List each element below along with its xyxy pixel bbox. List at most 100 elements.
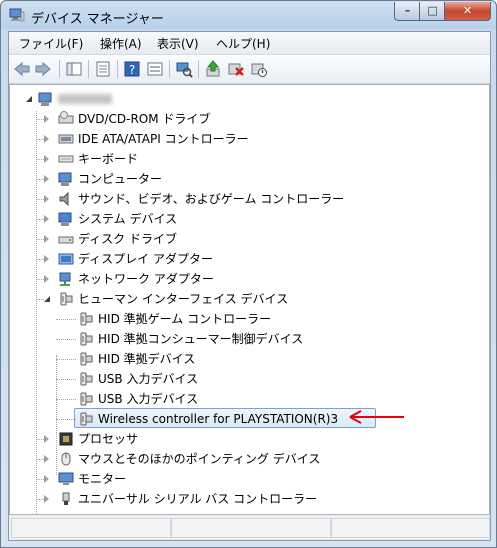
expand-icon[interactable] [44,195,49,203]
toolbar-separator [117,60,118,78]
tree-guide-line [56,319,76,320]
expand-icon[interactable] [44,495,49,503]
expand-icon[interactable] [44,175,49,183]
toolbar-separator [198,60,199,78]
update-driver-icon[interactable] [204,60,222,78]
collapse-icon[interactable] [26,96,32,102]
hid-icon [80,412,93,426]
status-bar [9,515,490,540]
tree-guide-line [36,179,44,180]
help-icon[interactable]: ? [123,60,141,78]
expand-icon[interactable] [44,275,49,283]
tree-item-label: HID 準拠ゲーム コントローラー [98,312,272,326]
tree-item-category[interactable]: システム デバイス [44,209,464,229]
title-bar[interactable]: デバイス マネージャー – □ ✕ [1,1,496,31]
tree-item-device[interactable]: HID 準拠ゲーム コントローラー [64,309,484,329]
expand-icon[interactable] [44,215,49,223]
menu-view[interactable]: 表示(V) [157,35,199,52]
tree-item-category[interactable]: モニター [44,469,464,489]
monitor-icon [58,472,74,485]
menu-help[interactable]: ヘルプ(H) [216,35,270,52]
forward-icon[interactable] [34,60,52,78]
tree-guide-line [56,419,76,420]
computer-icon [38,92,52,106]
disable-icon[interactable] [250,60,268,78]
back-icon[interactable] [13,60,31,78]
tree-item-category[interactable]: キーボード [44,149,464,169]
tree-item-category[interactable]: コンピューター [44,169,464,189]
tree-item-category[interactable]: ディスプレイ アダプター [44,249,464,269]
tree-item-category[interactable]: マウスとそのほかのポインティング デバイス [44,449,464,469]
device-manager-icon [9,8,25,22]
expand-icon[interactable] [44,135,49,143]
view-icon[interactable] [146,60,164,78]
tree-guide-line [56,339,76,340]
tree-item-category[interactable]: ネットワーク アダプター [44,269,464,289]
minimize-button[interactable]: – [394,2,421,21]
uninstall-icon[interactable] [227,60,245,78]
tree-item-category[interactable]: サウンド、ビデオ、およびゲーム コントローラー [44,189,464,209]
properties-icon[interactable] [94,60,112,78]
tree-item-label: システム デバイス [78,212,178,226]
tree-item-label: Wireless controller for PLAYSTATION(R)3 [98,412,339,426]
tree-item-device[interactable]: HID 準拠コンシューマー制御デバイス [64,329,484,349]
ide-controller-icon [58,134,74,144]
expand-icon[interactable] [44,235,49,243]
tree-guide-line [36,139,44,140]
toolbar-separator [169,60,170,78]
tree-item-category[interactable]: ヒューマン インターフェイス デバイス [44,289,464,309]
hid-icon [80,332,93,346]
tree-item-device[interactable]: HID 準拠デバイス [64,349,484,369]
toolbar-separator [59,60,60,78]
status-pane [11,518,171,538]
tree-item-category[interactable]: ユニバーサル シリアル バス コントローラー [44,489,464,509]
expand-icon[interactable] [44,155,49,163]
menu-file[interactable]: ファイル(F) [19,35,83,52]
tree-guide-line [36,111,37,532]
device-manager-window: デバイス マネージャー – □ ✕ ファイル(F) 操作(A) 表示(V) ヘル… [0,0,497,548]
hid-icon [80,372,93,386]
minimize-icon: – [404,4,411,17]
tree-guide-line [36,499,44,500]
tree-item-category[interactable]: DVD/CD-ROM ドライブ [44,109,464,129]
svg-text:?: ? [129,63,135,77]
show-hide-tree-icon[interactable] [65,60,83,78]
tree-item-label: USB 入力デバイス [98,392,199,406]
scan-hardware-icon[interactable] [175,60,193,78]
tree-item-label: キーボード [78,152,139,166]
menu-action[interactable]: 操作(A) [100,35,142,52]
tree-item-label: HID 準拠コンシューマー制御デバイス [98,332,304,346]
collapse-icon[interactable] [44,296,50,302]
tree-item-device[interactable]: USB 入力デバイス [64,389,484,409]
status-pane [331,518,490,538]
tree-item-device[interactable]: Wireless controller for PLAYSTATION(R)3 [64,408,484,429]
hid-icon [80,352,93,366]
close-button[interactable]: ✕ [444,2,491,21]
hid-icon [80,392,93,406]
expand-icon[interactable] [44,255,49,263]
maximize-button[interactable]: □ [419,2,446,21]
tree-item-label: モニター [78,472,127,486]
expand-icon[interactable] [44,455,49,463]
menu-bar: ファイル(F) 操作(A) 表示(V) ヘルプ(H) [9,32,490,55]
tree-guide-line [36,479,44,480]
tree-item-label: ユニバーサル シリアル バス コントローラー [78,492,318,506]
expand-icon[interactable] [44,435,49,443]
processor-icon [59,432,73,446]
red-arrow-annotation [349,410,404,424]
tree-root[interactable] [24,89,224,109]
tree-guide-line [36,199,44,200]
expand-icon[interactable] [44,475,49,483]
keyboard-icon [58,155,74,163]
tree-item-category[interactable]: IDE ATA/ATAPI コントローラー [44,129,464,149]
tree-item-label: DVD/CD-ROM ドライブ [78,112,211,126]
system-device-icon [58,212,72,226]
computer-icon [58,172,72,186]
tree-item-device[interactable]: USB 入力デバイス [64,369,484,389]
tree-item-category[interactable]: プロセッサ [44,429,464,449]
tree-item-label: IDE ATA/ATAPI コントローラー [78,132,249,146]
expand-icon[interactable] [44,115,49,123]
sound-icon [59,191,69,207]
device-tree[interactable]: DVD/CD-ROM ドライブ IDE ATA/ATAPI コントローラー キーボー… [9,84,490,532]
tree-item-category[interactable]: ディスク ドライブ [44,229,464,249]
